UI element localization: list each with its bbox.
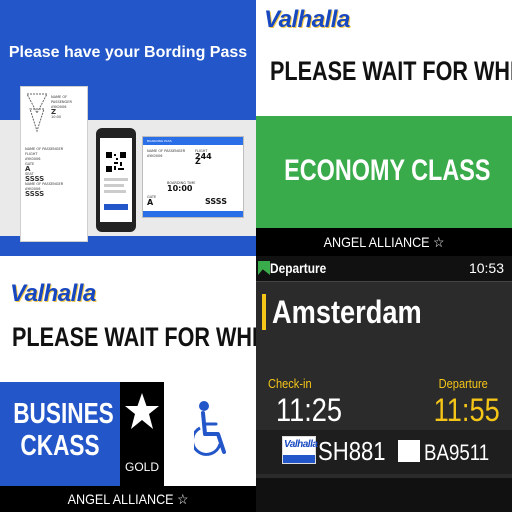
phone-blue-bar	[104, 204, 128, 210]
airline-badge-bar	[283, 455, 315, 463]
ticket-name-label: NAME OF PASSENGER	[51, 95, 72, 104]
economy-class-label: ECONOMY CLASS	[284, 154, 491, 187]
phone-text-line	[104, 178, 128, 181]
ticket-bottom-rows: NAME OF PASSENGER FLIGHT AYK0006 GATE A …	[25, 147, 85, 198]
departure-time: 11:55	[433, 392, 500, 428]
board-footer	[256, 478, 512, 512]
airline-badge: Valhalla	[282, 436, 318, 464]
wait-message: PLEASE WAIT FOR WHILE	[270, 56, 512, 86]
card-time: 10:00	[167, 184, 193, 193]
economy-panel: Valhalla PLEASE WAIT FOR WHILE ECONOMY C…	[256, 0, 512, 256]
card-seat: SSSS	[205, 197, 227, 206]
card-bottom-bar	[143, 211, 243, 217]
codeshare-logo-box	[398, 440, 420, 462]
board-clock: 10:53	[468, 260, 504, 276]
city-accent-bar	[262, 294, 266, 330]
card-right-text: FLIGHT 244 Z	[195, 149, 212, 166]
phone-text-line	[104, 184, 124, 187]
star-icon	[125, 393, 159, 429]
card-time-block: BOARDING TIME 10:00	[167, 181, 195, 193]
paper-ticket: NAME OF PASSENGER AYK0006 Z 10:00 NAME O…	[20, 86, 88, 242]
card-code: AYK0006	[147, 154, 163, 158]
brand-logo: Valhalla	[264, 6, 350, 33]
brand-logo: Valhalla	[10, 280, 96, 307]
qr-code-icon	[106, 152, 126, 172]
departure-label: Departure	[438, 376, 488, 391]
card-gate-block: GATE A	[147, 195, 156, 207]
departure-flag-icon	[258, 261, 270, 275]
alliance-label: ANGEL ALLIANCE ☆	[323, 234, 445, 250]
ticket-seat-2: SSSS	[25, 190, 45, 198]
alliance-label: ANGEL ALLIANCE ☆	[67, 491, 189, 507]
boarding-pass-panel: Please have your Bording Pass NAME OF PA…	[0, 0, 256, 256]
business-class-line1: BUSINES	[13, 398, 114, 430]
wait-message: PLEASE WAIT FOR WHILE	[12, 322, 256, 352]
wheelchair-icon	[194, 401, 226, 456]
destination-city: Amsterdam	[272, 294, 422, 330]
phone-screen	[100, 138, 132, 222]
ticket-time: 10:00	[51, 115, 62, 119]
card-left-text: NAME OF PASSENGER AYK0006	[147, 149, 185, 159]
boarding-card: BOARDING PASS NAME OF PASSENGER AYK0006 …	[142, 136, 244, 218]
phone-mockup	[96, 128, 136, 232]
card-seat-block: SSSS	[205, 197, 227, 206]
flight-number-1: SH881	[318, 436, 386, 466]
phone-text-line	[104, 190, 126, 193]
boarding-pass-title: Please have your Bording Pass	[8, 44, 248, 61]
ticket-top-rows: NAME OF PASSENGER AYK0006 Z 10:00	[51, 95, 85, 120]
business-panel: Valhalla PLEASE WAIT FOR WHILE BUSINES C…	[0, 256, 256, 512]
accessibility-band	[164, 382, 256, 486]
checkin-label: Check-in	[268, 376, 312, 391]
card-gate: A	[147, 198, 154, 207]
business-class-line2: CKASS	[20, 430, 100, 462]
checkin-time: 11:25	[276, 392, 343, 428]
logo-triangles-icon	[26, 93, 48, 133]
flight-number-2: BA9511	[424, 440, 490, 465]
board-header: Departure 10:53	[256, 256, 512, 282]
airline-badge-text: Valhalla	[284, 439, 318, 450]
gold-label: GOLD	[124, 460, 159, 474]
departure-board: Departure 10:53 Amsterdam Check-in 11:25…	[256, 256, 512, 512]
board-title: Departure	[270, 260, 327, 276]
card-header: BOARDING PASS	[143, 137, 243, 145]
